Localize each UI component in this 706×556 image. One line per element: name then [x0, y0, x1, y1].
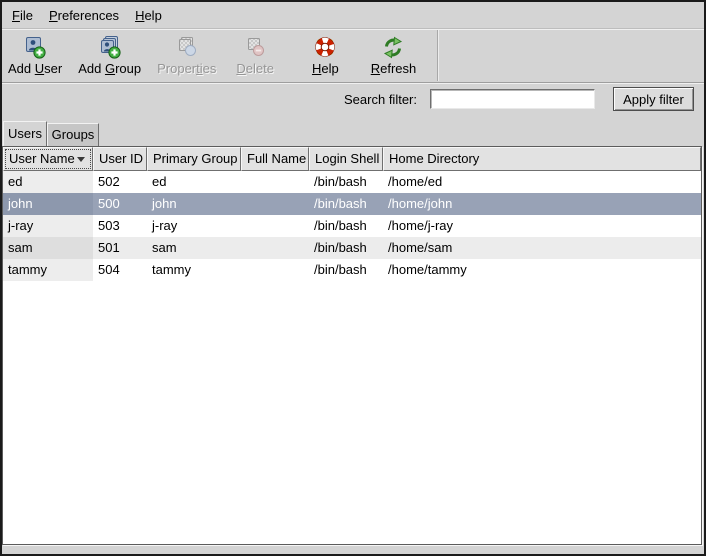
user-manager-window: File Preferences Help Add User	[0, 0, 706, 556]
group-add-icon	[98, 36, 122, 60]
table-cell: j-ray	[3, 215, 93, 237]
search-filter-label: Search filter:	[344, 92, 417, 107]
toolbar-edge-separator	[437, 30, 438, 81]
column-header-home-directory[interactable]: Home Directory	[383, 147, 701, 171]
table-cell: 500	[93, 193, 147, 215]
toolbar-label: Properties	[157, 61, 216, 76]
table-body: ed502ed/bin/bash/home/edjohn500john/bin/…	[3, 171, 701, 544]
sort-descending-icon	[77, 157, 85, 162]
filter-row: Search filter: Apply filter	[2, 83, 704, 119]
table-cell: john	[3, 193, 93, 215]
toolbar-label: Help	[312, 61, 339, 76]
user-add-icon	[23, 36, 47, 60]
users-table: User Name User ID Primary Group Full Nam…	[2, 146, 702, 545]
column-header-full-name[interactable]: Full Name	[241, 147, 309, 171]
table-row[interactable]: j-ray503j-ray/bin/bash/home/j-ray	[3, 215, 701, 237]
menu-help[interactable]: Help	[129, 5, 168, 26]
toolbar-label: Refresh	[371, 61, 417, 76]
search-filter-input[interactable]	[430, 89, 595, 109]
toolbar-add-group-button[interactable]: Add Group	[72, 34, 147, 78]
table-row[interactable]: ed502ed/bin/bash/home/ed	[3, 171, 701, 193]
table-cell	[241, 193, 309, 215]
table-cell: /home/john	[383, 193, 701, 215]
tab-groups[interactable]: Groups	[47, 123, 99, 146]
table-cell: sam	[147, 237, 241, 259]
table-cell: /home/tammy	[383, 259, 701, 281]
table-cell: /home/sam	[383, 237, 701, 259]
table-cell: 503	[93, 215, 147, 237]
table-cell: 501	[93, 237, 147, 259]
table-row[interactable]: tammy504tammy/bin/bash/home/tammy	[3, 259, 701, 281]
table-row[interactable]: sam501sam/bin/bash/home/sam	[3, 237, 701, 259]
table-cell: j-ray	[147, 215, 241, 237]
table-cell: /bin/bash	[309, 215, 383, 237]
toolbar-label: Add User	[8, 61, 62, 76]
table-cell: /bin/bash	[309, 259, 383, 281]
table-cell: /bin/bash	[309, 237, 383, 259]
menubar: File Preferences Help	[2, 2, 704, 29]
toolbar-add-user-button[interactable]: Add User	[2, 34, 68, 78]
table-cell: sam	[3, 237, 93, 259]
toolbar-label: Delete	[236, 61, 274, 76]
table-cell: ed	[147, 171, 241, 193]
toolbar: Add User Add Group	[2, 29, 704, 83]
table-cell: 504	[93, 259, 147, 281]
table-cell: /bin/bash	[309, 171, 383, 193]
column-header-user-name[interactable]: User Name	[3, 147, 93, 171]
menu-file[interactable]: File	[6, 5, 39, 26]
tab-users[interactable]: Users	[3, 121, 47, 146]
properties-icon	[175, 36, 199, 60]
table-cell	[241, 237, 309, 259]
toolbar-delete-button: Delete	[230, 34, 280, 78]
table-cell: /home/ed	[383, 171, 701, 193]
apply-filter-button[interactable]: Apply filter	[613, 87, 694, 111]
table-cell: /bin/bash	[309, 193, 383, 215]
toolbar-label: Add Group	[78, 61, 141, 76]
table-cell: /home/j-ray	[383, 215, 701, 237]
table-cell	[241, 171, 309, 193]
table-cell: tammy	[147, 259, 241, 281]
column-header-user-id[interactable]: User ID	[93, 147, 147, 171]
toolbar-properties-button: Properties	[151, 34, 222, 78]
column-header-primary-group[interactable]: Primary Group	[147, 147, 241, 171]
toolbar-refresh-button[interactable]: Refresh	[365, 34, 423, 78]
table-cell: ed	[3, 171, 93, 193]
toolbar-help-button[interactable]: Help	[306, 34, 345, 78]
help-icon	[313, 36, 337, 60]
table-cell: tammy	[3, 259, 93, 281]
table-cell: john	[147, 193, 241, 215]
table-header-row: User Name User ID Primary Group Full Nam…	[3, 147, 701, 171]
delete-icon	[243, 36, 267, 60]
column-header-login-shell[interactable]: Login Shell	[309, 147, 383, 171]
menu-preferences[interactable]: Preferences	[43, 5, 125, 26]
table-row[interactable]: john500john/bin/bash/home/john	[3, 193, 701, 215]
refresh-icon	[381, 36, 405, 60]
table-cell	[241, 259, 309, 281]
table-cell	[241, 215, 309, 237]
table-cell: 502	[93, 171, 147, 193]
